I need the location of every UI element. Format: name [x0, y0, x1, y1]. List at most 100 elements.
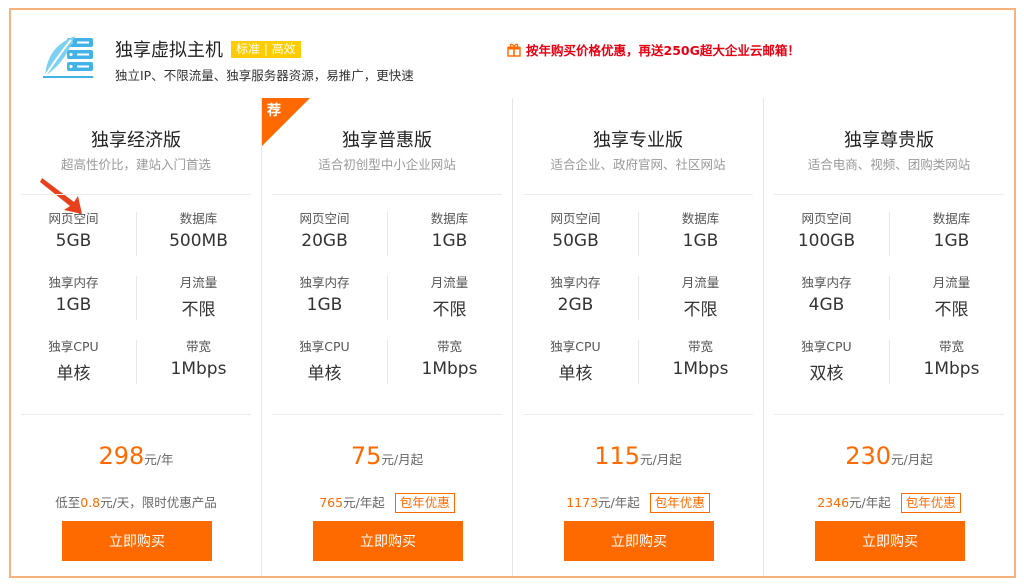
spec-row: 独享内存 4GB 月流量不限 — [764, 272, 1014, 322]
price-note-highlight: 0.8 — [80, 495, 101, 510]
annual-discount-badge: 包年优惠 — [649, 493, 710, 513]
spec-item: 独享CPU 单核 — [513, 336, 638, 384]
spec-value: 1GB — [55, 295, 92, 315]
spec-label: 月流量 — [932, 275, 971, 290]
plan-description: 适合电商、视频、团购类网站 — [807, 157, 971, 172]
plan-premium: 独享尊贵版 适合电商、视频、团购类网站 网页空间 100GB 数据库 1GB 独享内… — [764, 98, 1014, 576]
spec-item: 带宽 1Mbps — [889, 336, 1014, 379]
spec-value: 不限 — [934, 300, 969, 320]
price-note: 1173元/年起 包年优惠 — [513, 492, 763, 513]
spec-label: 数据库 — [932, 211, 971, 226]
server-leaf-icon — [43, 36, 93, 78]
plan-name: 独享专业版 — [593, 130, 683, 151]
spec-row: 独享内存 1GB 月流量 不限 — [262, 272, 512, 322]
spec-item: 独享CPU 单核 — [11, 336, 136, 384]
spec-row: 网页空间 50GB 数据库 1GB — [513, 208, 763, 258]
spec-label: 独享内存 — [550, 275, 601, 290]
spec-item: 数据库 1GB — [638, 208, 763, 251]
spec-label: 带宽 — [436, 339, 462, 354]
year-price: 765 — [319, 495, 344, 510]
divider — [523, 194, 753, 195]
year-unit: 元/年起 — [849, 495, 891, 510]
price-amount: 115 — [594, 442, 641, 470]
price-note-suffix: 元/天，限时优惠产品 — [100, 495, 217, 510]
spec-label: 数据库 — [430, 211, 469, 226]
spec-value: 单核 — [56, 364, 91, 384]
price-note: 2346元/年起 包年优惠 — [764, 492, 1014, 513]
spec-item: 月流量 不限 — [638, 272, 763, 320]
divider — [21, 194, 251, 195]
spec-item: 数据库 1GB — [387, 208, 512, 251]
spec-value: 1GB — [933, 231, 970, 251]
spec-label: 网页空间 — [299, 211, 350, 226]
spec-item: 带宽 1Mbps — [387, 336, 512, 379]
spec-label: 网页空间 — [550, 211, 601, 226]
spec-row: 网页空间 20GB 数据库 1GB — [262, 208, 512, 258]
page-title: 独享虚拟主机 — [115, 40, 223, 61]
price-amount: 230 — [845, 442, 892, 470]
spec-item: 独享内存 4GB — [764, 272, 889, 315]
spec-item: 网页空间 20GB — [262, 208, 387, 251]
price: 115元/月起 — [513, 442, 763, 470]
spec-row: 独享CPU 单核 带宽 1Mbps — [262, 336, 512, 386]
spec-item: 数据库 500MB — [136, 208, 261, 251]
price-note: 低至0.8元/天，限时优惠产品 — [11, 492, 261, 511]
spec-label: 独享CPU — [48, 339, 99, 354]
tag-badge: 标准 | 高效 — [231, 40, 301, 58]
spec-label: 独享内存 — [48, 275, 99, 290]
spec-label: 月流量 — [430, 275, 469, 290]
plan-name: 独享普惠版 — [342, 130, 432, 151]
spec-label: 网页空间 — [48, 211, 99, 226]
buy-button[interactable]: 立即购买 — [815, 521, 965, 561]
price-unit: 元/月起 — [381, 452, 424, 467]
spec-row: 独享CPU 单核 带宽 1Mbps — [11, 336, 261, 386]
divider — [272, 414, 502, 415]
spec-item: 独享内存 1GB — [11, 272, 136, 315]
spec-item: 月流量 不限 — [387, 272, 512, 320]
price-amount: 75 — [350, 442, 382, 470]
spec-item: 网页空间 100GB — [764, 208, 889, 251]
plan-name: 独享尊贵版 — [844, 130, 934, 151]
price: 230元/月起 — [764, 442, 1014, 470]
header: 独享虚拟主机 标准 | 高效 独立IP、不限流量、独享服务器资源，易推广，更快速… — [11, 10, 1014, 98]
spec-value: 不限 — [181, 300, 216, 320]
year-price: 2346 — [817, 495, 850, 510]
spec-item: 月流量 不限 — [136, 272, 261, 320]
spec-label: 数据库 — [681, 211, 720, 226]
spec-label: 网页空间 — [801, 211, 852, 226]
year-unit: 元/年起 — [343, 495, 385, 510]
spec-label: 独享CPU — [801, 339, 852, 354]
spec-item: 独享CPU 双核 — [764, 336, 889, 384]
spec-value: 单核 — [307, 364, 342, 384]
annual-discount-badge: 包年优惠 — [394, 493, 455, 513]
spec-item: 带宽 1Mbps — [638, 336, 763, 379]
price-unit: 元/年 — [144, 452, 174, 467]
buy-button[interactable]: 立即购买 — [62, 521, 212, 561]
buy-button[interactable]: 立即购买 — [313, 521, 463, 561]
plan-professional: 独享专业版 适合企业、政府官网、社区网站 网页空间 50GB 数据库 1GB 独享内… — [513, 98, 764, 576]
plan-economy: 独享经济版 超高性价比，建站入门首选 网页空间 5GB 数据库 500MB 独享内存… — [11, 98, 262, 576]
spec-label: 带宽 — [687, 339, 713, 354]
spec-item: 独享内存 1GB — [262, 272, 387, 315]
spec-row: 独享内存 1GB 月流量不限 — [11, 272, 261, 322]
spec-value: 20GB — [301, 231, 348, 251]
spec-value: 1GB — [682, 231, 719, 251]
spec-item: 带宽 1Mbps — [136, 336, 261, 379]
spec-row: 独享CPU 单核 带宽 1Mbps — [513, 336, 763, 386]
spec-value: 1GB — [306, 295, 343, 315]
gift-icon — [507, 43, 521, 57]
spec-value: 100GB — [797, 231, 856, 251]
spec-label: 月流量 — [179, 275, 218, 290]
spec-value: 2GB — [557, 295, 594, 315]
divider — [774, 414, 1004, 415]
spec-value: 1Mbps — [421, 359, 478, 379]
buy-button[interactable]: 立即购买 — [564, 521, 714, 561]
spec-label: 带宽 — [185, 339, 211, 354]
divider — [774, 194, 1004, 195]
price-amount: 298 — [98, 442, 145, 470]
spec-value: 1Mbps — [923, 359, 980, 379]
spec-label: 月流量 — [681, 275, 720, 290]
divider — [272, 194, 502, 195]
spec-item: 网页空间 5GB — [11, 208, 136, 251]
spec-value: 5GB — [55, 231, 92, 251]
